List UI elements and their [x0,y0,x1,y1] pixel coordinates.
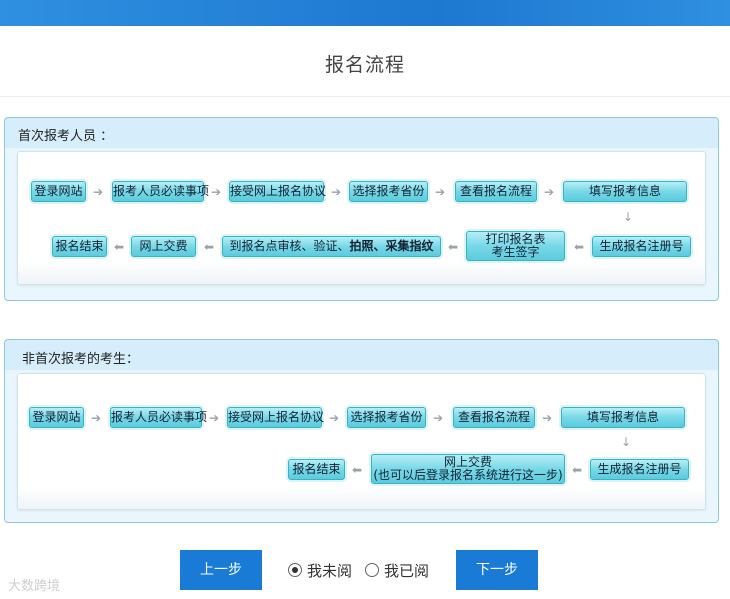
arrow-right-icon: ➔ [544,185,555,199]
arrow-right-icon: ➔ [433,411,444,425]
payment-line1: 网上交费 [443,455,492,469]
step-print-form: 打印报名表 考生签字 [466,231,565,261]
title-divider [0,96,730,97]
step-registration-end: 报名结束 [52,236,107,257]
arrow-left-icon: ⬅ [114,240,125,254]
step-online-payment: 网上交费 (也可以后登录报名系统进行这一步) [371,454,565,484]
radio-unchecked-icon[interactable] [365,563,379,577]
first-time-panel: 首次报考人员 ： 登录网站 ➔ 报考人员必读事项 ➔ 接受网上报名协议 ➔ 选择… [4,117,719,301]
print-form-line1: 打印报名表 [485,232,546,246]
arrow-right-icon: ➔ [211,185,222,199]
step-fill-info: 填写报考信息 [563,181,687,202]
first-time-heading: 首次报考人员 ： [18,129,114,144]
non-first-time-flow: 登录网站 ➔ 报考人员必读事项 ➔ 接受网上报名协议 ➔ 选择报考省份 ➔ 查看… [17,373,706,510]
step-site-audit: 到报名点审核、验证、拍照、采集指纹 [222,236,441,257]
first-time-flow: 登录网站 ➔ 报考人员必读事项 ➔ 接受网上报名协议 ➔ 选择报考省份 ➔ 查看… [17,151,706,285]
radio-read[interactable]: 我已阅 [365,560,429,581]
page-title: 报名流程 [324,54,405,76]
arrow-right-icon: ➔ [91,411,102,425]
arrow-right-icon: ➔ [209,411,220,425]
step-select-province: 选择报考省份 [347,407,426,428]
site-audit-text: 到报名点审核、验证、 [229,239,350,253]
radio-unread-label: 我未阅 [307,562,353,580]
payment-line2: (也可以后登录报名系统进行这一步) [373,468,563,482]
step-login: 登录网站 [29,407,84,428]
step-registration-end: 报名结束 [288,459,345,480]
radio-unread[interactable]: 我未阅 [288,560,352,581]
step-online-payment: 网上交费 [131,236,196,257]
step-login: 登录网站 [31,181,86,202]
top-banner [0,0,730,26]
arrow-left-icon: ⬅ [574,240,585,254]
step-select-province: 选择报考省份 [349,181,428,202]
arrow-right-icon: ➔ [542,411,553,425]
radio-checked-icon[interactable] [288,563,302,577]
step-fill-info: 填写报考信息 [561,407,685,428]
step-accept-agreement: 接受网上报名协议 [227,407,324,428]
arrow-right-icon: ➔ [331,185,342,199]
arrow-down-icon: ↓ [621,435,632,449]
print-form-line2: 考生签字 [491,245,540,259]
previous-step-button[interactable]: 上一步 [180,550,262,590]
step-read-notice: 报考人员必读事项 [112,181,209,202]
step-register-number: 生成报名注册号 [592,236,691,257]
arrow-left-icon: ⬅ [448,240,459,254]
next-step-button[interactable]: 下一步 [456,550,538,590]
step-accept-agreement: 接受网上报名协议 [229,181,326,202]
site-audit-bold-text: 拍照、采集指纹 [349,239,434,253]
arrow-right-icon: ➔ [93,185,104,199]
non-first-time-heading: 非首次报考的考生： [22,352,140,367]
arrow-right-icon: ➔ [435,185,446,199]
arrow-down-icon: ↓ [623,210,634,224]
step-register-number: 生成报名注册号 [590,459,689,480]
watermark: 大数跨境 [8,579,61,594]
step-read-notice: 报考人员必读事项 [110,407,207,428]
arrow-left-icon: ⬅ [352,463,363,477]
radio-read-label: 我已阅 [384,562,430,580]
arrow-right-icon: ➔ [329,411,340,425]
step-view-process: 查看报名流程 [453,407,535,428]
arrow-left-icon: ⬅ [572,463,583,477]
non-first-time-panel: 非首次报考的考生： 登录网站 ➔ 报考人员必读事项 ➔ 接受网上报名协议 ➔ 选… [4,339,719,523]
arrow-left-icon: ⬅ [204,240,215,254]
step-view-process: 查看报名流程 [455,181,537,202]
